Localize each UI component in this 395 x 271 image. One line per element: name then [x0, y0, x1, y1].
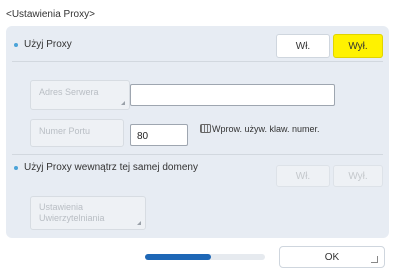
port-number-button[interactable]: Numer Portu [30, 119, 124, 147]
auth-settings-line1: Ustawienia [39, 202, 84, 212]
bullet-icon [14, 43, 18, 47]
port-number-hint: Wprow. używ. klaw. numer. [212, 124, 320, 134]
same-domain-row: Użyj Proxy wewnątrz tej samej domeny Wł.… [6, 159, 389, 187]
keypad-icon [200, 124, 211, 133]
window-title: <Ustawienia Proxy> [6, 9, 95, 20]
use-proxy-row: Użyj Proxy Wł. Wył. [6, 34, 389, 58]
progress-fill [145, 254, 211, 260]
server-address-button-label: Adres Serwera [39, 87, 99, 97]
use-proxy-label: Użyj Proxy [24, 39, 72, 50]
return-corner-icon [371, 256, 378, 263]
ok-button[interactable]: OK [279, 246, 385, 268]
proxy-settings-panel: Użyj Proxy Wł. Wył. Adres Serwera Numer … [6, 26, 389, 238]
progress-bar [145, 254, 265, 260]
server-address-input[interactable] [130, 84, 335, 106]
divider [12, 61, 383, 62]
corner-arrow-icon [137, 221, 141, 225]
bullet-icon [14, 166, 18, 170]
use-proxy-off-button[interactable]: Wył. [333, 34, 383, 58]
port-number-input[interactable]: 80 [130, 124, 188, 146]
same-domain-on-button[interactable]: Wł. [276, 165, 330, 187]
server-address-button[interactable]: Adres Serwera [30, 80, 130, 110]
use-proxy-on-button[interactable]: Wł. [276, 34, 330, 58]
same-domain-off-button[interactable]: Wył. [333, 165, 383, 187]
same-domain-label: Użyj Proxy wewnątrz tej samej domeny [24, 162, 198, 173]
corner-arrow-icon [121, 101, 125, 105]
ok-button-label: OK [324, 251, 340, 263]
auth-settings-button[interactable]: Ustawienia Uwierzytelniania [30, 196, 146, 230]
divider [12, 154, 383, 155]
port-number-button-label: Numer Portu [39, 126, 91, 136]
auth-settings-line2: Uwierzytelniania [39, 213, 105, 223]
